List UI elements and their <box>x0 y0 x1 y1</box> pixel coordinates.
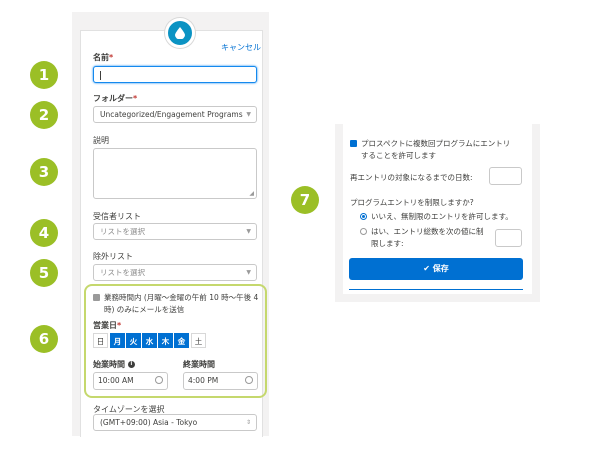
cancel-link[interactable]: キャンセル <box>221 42 261 53</box>
allow-reentry-checkbox[interactable] <box>350 140 357 147</box>
day-button-fri[interactable]: 金 <box>174 333 189 348</box>
chevron-updown-icon: ⇕ <box>245 419 251 426</box>
step-badge-1: 1 <box>30 61 58 89</box>
clock-icon[interactable] <box>155 376 163 384</box>
description-textarea[interactable]: ◢ <box>93 148 257 199</box>
day-button-sun[interactable]: 日 <box>93 333 108 348</box>
business-hours-text-2: 時) のみにメールを送信 <box>104 305 185 314</box>
start-time-label: 始業時間 i <box>93 359 135 370</box>
entry-limit-input[interactable] <box>495 229 522 247</box>
exclusion-label: 除外リスト <box>93 252 133 261</box>
start-time-input[interactable]: 10:00 AM <box>93 372 168 390</box>
business-days-label: 営業日* <box>93 321 122 330</box>
info-icon[interactable]: i <box>127 361 135 368</box>
step-badge-5: 5 <box>30 259 58 287</box>
day-button-wed[interactable]: 水 <box>142 333 157 348</box>
description-label: 説明 <box>93 136 109 145</box>
folder-select[interactable]: Uncategorized/Engagement Programs ▼ <box>93 106 257 123</box>
day-button-sat[interactable]: 土 <box>191 333 206 348</box>
day-button-thu[interactable]: 木 <box>158 333 173 348</box>
timezone-select[interactable]: (GMT+09:00) Asia - Tokyo ⇕ <box>93 414 257 431</box>
unlimited-option-text: いいえ、無制限のエントリを許可します。 <box>371 212 513 221</box>
step-badge-3: 3 <box>30 158 58 186</box>
allow-reentry-text: プロスペクトに複数回プログラムにエントリ <box>361 139 511 148</box>
water-drop-icon <box>165 18 195 48</box>
divider <box>349 289 523 290</box>
save-button[interactable]: ✔ 保存 <box>349 258 523 280</box>
unlimited-radio[interactable] <box>360 213 367 220</box>
name-input[interactable] <box>93 66 257 83</box>
limited-option-text-2: 限します: <box>371 239 404 248</box>
recipients-select[interactable]: リストを選択 ▼ <box>93 223 257 240</box>
business-hours-checkbox[interactable] <box>93 294 100 301</box>
allow-reentry-text-2: することを許可します <box>361 151 436 160</box>
step-badge-6: 6 <box>30 325 58 353</box>
chevron-down-icon: ▼ <box>246 228 251 235</box>
end-time-input[interactable]: 4:00 PM <box>183 372 258 390</box>
limited-radio[interactable] <box>360 228 367 235</box>
limit-question: プログラムエントリを制限しますか? <box>350 198 474 207</box>
day-button-tue[interactable]: 火 <box>126 333 141 348</box>
step-badge-2: 2 <box>30 101 58 129</box>
folder-label: フォルダー* <box>93 94 138 103</box>
recipients-label: 受信者リスト <box>93 212 141 221</box>
day-button-mon[interactable]: 月 <box>110 333 125 348</box>
chevron-down-icon: ▼ <box>246 269 251 276</box>
step-badge-4: 4 <box>30 219 58 247</box>
chevron-down-icon: ▼ <box>246 111 251 118</box>
step-badge-7: 7 <box>291 186 319 214</box>
limited-option-text: はい、エントリ総数を次の値に制 <box>371 227 484 236</box>
clock-icon[interactable] <box>245 376 253 384</box>
exclusion-select[interactable]: リストを選択 ▼ <box>93 264 257 281</box>
name-label: 名前* <box>93 53 114 62</box>
business-hours-text: 業務時間内 (月曜～金曜の午前 10 時～午後 4 <box>104 293 259 302</box>
reentry-days-label: 再エントリの対象になるまでの日数: <box>350 173 473 182</box>
end-time-label: 終業時間 <box>183 360 215 369</box>
resize-handle-icon[interactable]: ◢ <box>249 190 254 197</box>
reentry-days-input[interactable] <box>489 167 522 185</box>
